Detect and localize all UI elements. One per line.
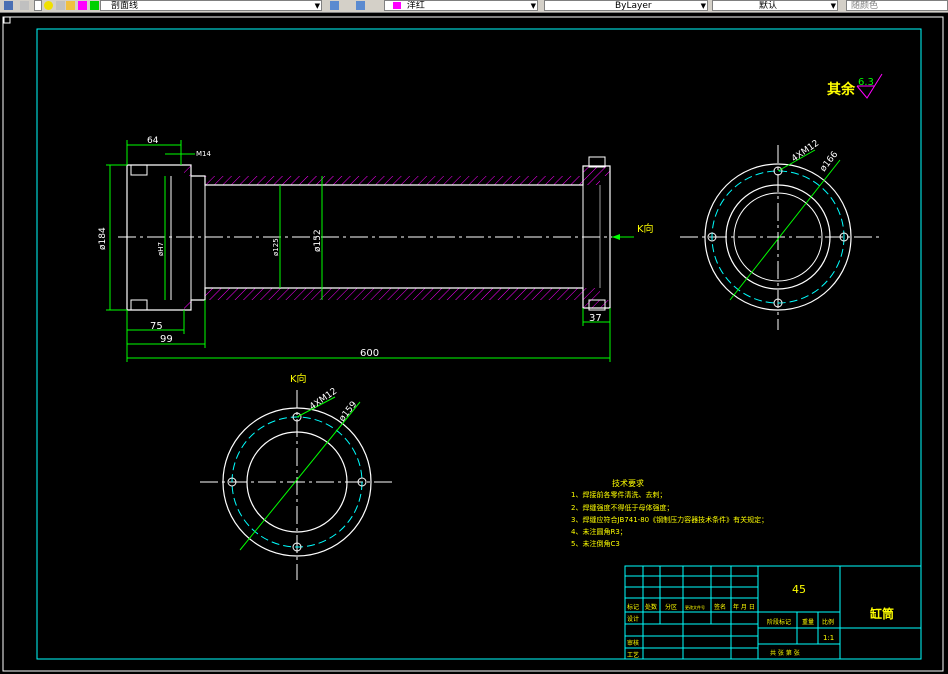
tech-req-line: 2、焊缝强度不得低于母体强度； bbox=[571, 503, 673, 512]
lower-wall-hatch bbox=[184, 288, 610, 308]
k-view-pcd-leader bbox=[239, 401, 361, 551]
dim-99: 99 bbox=[160, 334, 173, 345]
chevron-down-icon: ▼ bbox=[830, 2, 836, 10]
end-view-holes-label: 4XM12 bbox=[790, 138, 821, 164]
tb-label-count: 处数 bbox=[645, 603, 657, 611]
dim-d117: øH7 bbox=[157, 242, 165, 256]
tb-label-sign: 签名 bbox=[714, 603, 726, 611]
end-view-pcd-label: ø166 bbox=[818, 150, 840, 174]
tb-label-sheets: 共 张 第 张 bbox=[770, 649, 800, 657]
layer-plot-icon bbox=[90, 1, 99, 10]
flange-bottom-hatch bbox=[184, 300, 191, 310]
cursor-box bbox=[3, 16, 11, 24]
layer-state-icon[interactable] bbox=[4, 1, 13, 10]
plotstyle-select[interactable]: 随颜色 bbox=[846, 0, 948, 11]
flange-top-hatch bbox=[184, 165, 191, 176]
lineweight-select[interactable]: 默认 ▼ bbox=[712, 0, 838, 11]
tb-label-review: 审核 bbox=[627, 639, 639, 647]
dim-75: 75 bbox=[150, 321, 163, 332]
color-swatch-icon bbox=[393, 2, 401, 9]
dim-d152: ø152 bbox=[313, 229, 323, 252]
linetype-select-value: ByLayer bbox=[615, 1, 652, 11]
tech-req-line: 1、焊接前各零件清洗、去刺； bbox=[571, 490, 666, 499]
k-view: K向 4XM12 ø159 bbox=[200, 372, 395, 580]
tb-label-mark: 标记 bbox=[627, 603, 639, 611]
tb-label-date: 年 月 日 bbox=[733, 603, 755, 611]
tb-label-ratio: 比例 bbox=[822, 618, 834, 626]
linetype-select[interactable]: ByLayer ▼ bbox=[544, 0, 708, 11]
k-view-pcd-label: ø159 bbox=[337, 400, 359, 424]
technical-requirements: 技术要求 1、焊接前各零件清洗、去刺； 2、焊缝强度不得低于母体强度； 3、焊缝… bbox=[571, 478, 768, 548]
title-part-name: 缸筒 bbox=[870, 606, 894, 621]
k-view-arrow-label: K向 bbox=[637, 222, 654, 235]
lineweight-select-value: 默认 bbox=[759, 1, 778, 11]
tb-label-weight: 重量 bbox=[802, 618, 814, 626]
tb-label-stage: 阶段标记 bbox=[767, 618, 791, 626]
chevron-down-icon: ▼ bbox=[530, 2, 536, 10]
tech-req-line: 3、焊缝应符合JB741-80《钢制压力容器技术条件》有关规定； bbox=[571, 515, 768, 524]
k-view-title: K向 bbox=[290, 372, 307, 385]
roughness-label: 其余 bbox=[827, 81, 856, 98]
dim-m14: M14 bbox=[196, 150, 211, 158]
layer-previous-icon[interactable] bbox=[356, 1, 365, 10]
dim-37: 37 bbox=[589, 313, 602, 324]
tb-label-zone: 分区 bbox=[665, 603, 677, 611]
tech-req-line: 5、未注倒角C3 bbox=[571, 539, 620, 548]
dimension-lines bbox=[106, 140, 611, 362]
tb-label-design: 设计 bbox=[627, 615, 639, 623]
tech-req-title: 技术要求 bbox=[612, 478, 644, 488]
drawing-canvas[interactable]: 其余 6.3 K向 64 M14 ø184 øH7 ø125 ø152 75 9… bbox=[0, 12, 948, 674]
upper-wall-hatch bbox=[184, 166, 610, 185]
layer-select-value: 剖面线 bbox=[111, 1, 139, 11]
dim-600: 600 bbox=[360, 348, 379, 359]
color-select-value: 洋红 bbox=[406, 1, 425, 11]
threaded-hole-top-left bbox=[130, 164, 148, 176]
color-select[interactable]: 洋红 ▼ bbox=[384, 0, 538, 11]
plotstyle-select-value: 随颜色 bbox=[851, 1, 879, 11]
end-view: 4XM12 ø166 bbox=[680, 138, 880, 330]
chevron-down-icon: ▼ bbox=[314, 2, 320, 10]
dim-d184: ø184 bbox=[98, 227, 108, 250]
layer-toggle[interactable] bbox=[34, 0, 42, 11]
dim-d125: ø125 bbox=[272, 238, 280, 256]
k-view-holes-label: 4XM12 bbox=[308, 386, 339, 412]
layer-freeze-icon[interactable] bbox=[56, 1, 65, 10]
layer-manager-icon[interactable] bbox=[20, 1, 29, 10]
chevron-down-icon: ▼ bbox=[700, 2, 706, 10]
layer-select[interactable]: 剖面线 ▼ bbox=[100, 0, 322, 11]
tech-req-line: 4、未注圆角R3； bbox=[571, 527, 627, 536]
layer-color-swatch-icon bbox=[78, 1, 87, 10]
tb-label-process: 工艺 bbox=[627, 651, 639, 659]
k-view-arrowhead bbox=[612, 234, 620, 240]
end-view-pcd-leader bbox=[729, 159, 841, 301]
tb-label-docno: 更改文件号 bbox=[685, 604, 705, 610]
layer-lock-icon[interactable] bbox=[66, 1, 75, 10]
make-current-layer-icon[interactable] bbox=[330, 1, 339, 10]
title-block: 45 缸筒 1:1 标记 处数 分区 更改文件号 签名 年 月 日 设计 审核 … bbox=[624, 565, 922, 660]
title-material: 45 bbox=[792, 583, 806, 596]
layer-on-icon[interactable] bbox=[44, 1, 53, 10]
dim-64: 64 bbox=[147, 136, 159, 146]
section-view: K向 64 M14 ø184 øH7 ø125 ø152 75 99 600 3… bbox=[98, 136, 654, 362]
threaded-hole-bottom-left bbox=[130, 299, 148, 311]
title-scale: 1:1 bbox=[823, 634, 834, 642]
